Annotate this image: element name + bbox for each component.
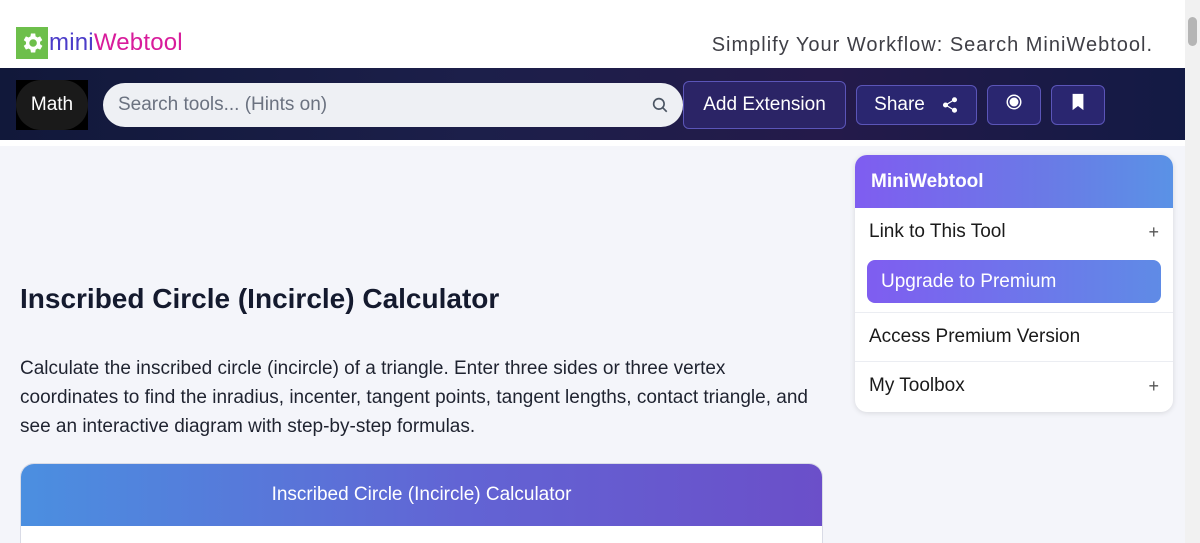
access-premium-label: Access Premium Version xyxy=(869,326,1081,347)
category-menu[interactable]: Math xyxy=(16,80,88,130)
access-premium-item[interactable]: Access Premium Version xyxy=(855,313,1173,361)
calculator-card: Inscribed Circle (Incircle) Calculator xyxy=(20,463,823,543)
scrollbar-thumb[interactable] xyxy=(1188,17,1197,46)
target-button[interactable] xyxy=(987,85,1041,125)
link-to-tool-item[interactable]: Link to This Tool + xyxy=(855,208,1173,256)
site-tagline: Simplify Your Workflow: Search MiniWebto… xyxy=(711,34,1153,56)
my-toolbox-label: My Toolbox xyxy=(869,375,965,396)
sidebar-panel: MiniWebtool Link to This Tool + Upgrade … xyxy=(855,155,1173,412)
my-toolbox-item[interactable]: My Toolbox + xyxy=(855,362,1173,410)
page-description: Calculate the inscribed circle (incircle… xyxy=(20,358,808,437)
category-button[interactable]: Math xyxy=(16,80,88,130)
calculator-header: Inscribed Circle (Incircle) Calculator xyxy=(21,464,822,526)
top-header: miniWebtool Simplify Your Workflow: Sear… xyxy=(0,0,1185,68)
link-to-tool-label: Link to This Tool xyxy=(869,221,1006,242)
content-top-edge xyxy=(0,140,1185,146)
bookmark-button[interactable] xyxy=(1051,85,1105,125)
expand-plus-icon[interactable]: + xyxy=(1148,376,1159,397)
logo-text-mini: mini xyxy=(49,29,94,56)
site-logo[interactable]: miniWebtool xyxy=(16,27,183,59)
expand-plus-icon[interactable]: + xyxy=(1148,222,1159,243)
logo-text-webtool: Webtool xyxy=(93,29,183,56)
search-input[interactable] xyxy=(118,94,638,116)
search-icon[interactable] xyxy=(651,96,669,114)
bookmark-icon xyxy=(1070,93,1086,117)
share-button[interactable]: Share xyxy=(856,85,977,125)
logo-text: miniWebtool xyxy=(49,29,183,57)
gear-icon xyxy=(16,27,48,59)
page-title: Inscribed Circle (Incircle) Calculator xyxy=(20,283,500,314)
target-icon xyxy=(1005,93,1023,117)
nav-bar: Math Add Extension Share xyxy=(0,68,1185,140)
page-scrollbar[interactable] xyxy=(1185,0,1200,543)
premium-wrap: Upgrade to Premium xyxy=(855,256,1173,312)
sidebar-header: MiniWebtool xyxy=(855,155,1173,208)
add-extension-button[interactable]: Add Extension xyxy=(683,81,846,129)
share-icon xyxy=(941,96,959,114)
share-label: Share xyxy=(874,94,925,115)
upgrade-premium-button[interactable]: Upgrade to Premium xyxy=(867,260,1161,303)
search-bar[interactable] xyxy=(103,83,683,127)
